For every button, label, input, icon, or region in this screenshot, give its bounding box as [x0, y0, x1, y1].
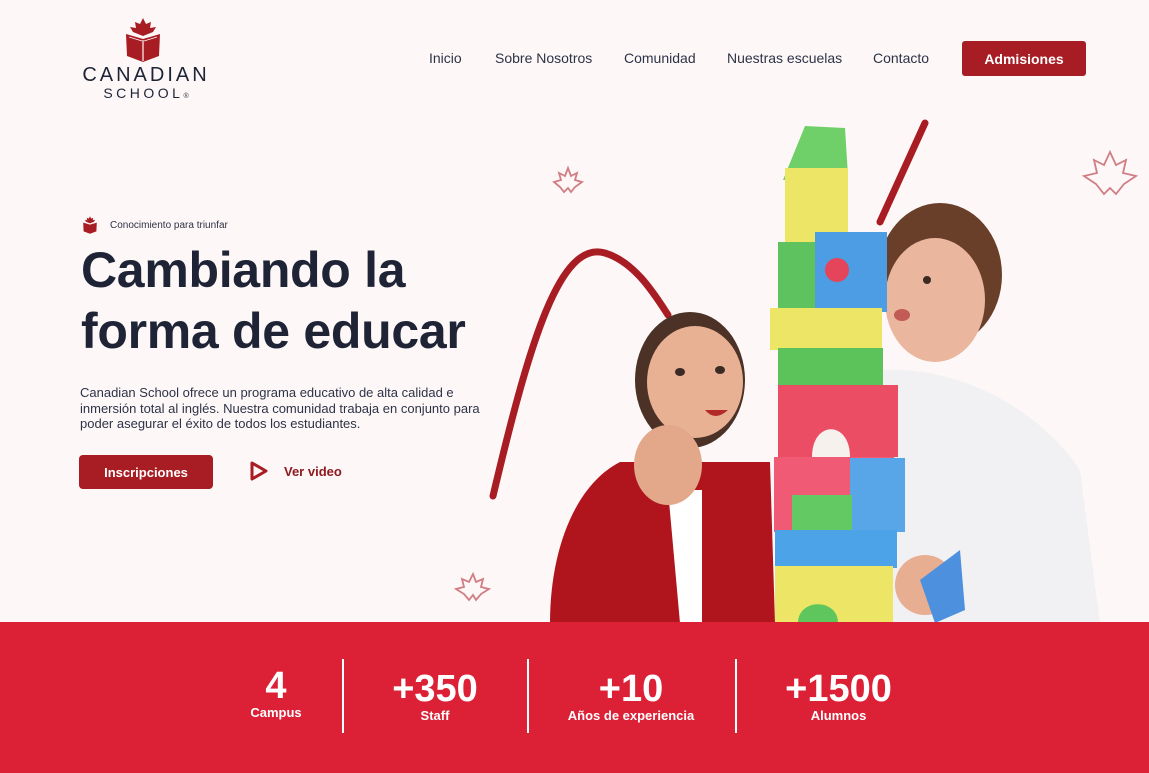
tagline-text: Conocimiento para triunfar: [110, 219, 228, 231]
stat-staff: +350 Staff: [370, 669, 500, 723]
maple-book-icon: [126, 18, 160, 62]
stat-divider: [342, 659, 344, 733]
stat-value: +350: [392, 668, 478, 710]
stat-label: Campus: [250, 705, 302, 720]
stat-label: Alumnos: [810, 708, 867, 723]
admisiones-button[interactable]: Admisiones: [962, 41, 1086, 76]
stat-value: +1500: [785, 668, 892, 710]
nav-item-comunidad[interactable]: Comunidad: [624, 50, 696, 66]
stat-alumnos: +1500 Alumnos: [766, 669, 911, 723]
boy-figure: [878, 203, 1100, 623]
hero-description: Canadian School ofrece un programa educa…: [80, 385, 480, 431]
logo-subwordmark: SCHOOL®: [103, 85, 189, 101]
stats-band: 4 Campus +350 Staff +10 Años de experien…: [0, 622, 1149, 773]
logo-wordmark: CANADIAN: [82, 64, 210, 86]
stat-label: Años de experiencia: [567, 708, 695, 723]
stat-label: Staff: [420, 708, 450, 723]
nav-item-sobre-nosotros[interactable]: Sobre Nosotros: [495, 50, 592, 66]
decorative-line: [876, 119, 929, 226]
stat-value: 4: [265, 665, 287, 707]
nav-item-inicio[interactable]: Inicio: [429, 50, 462, 66]
stat-divider: [527, 659, 529, 733]
play-icon: [250, 461, 268, 481]
stat-divider: [735, 659, 737, 733]
maple-leaf-icon: [552, 165, 585, 194]
hero-tagline: Conocimiento para triunfar: [82, 216, 228, 234]
stat-anios-experiencia: +10 Años de experiencia: [556, 669, 706, 723]
stat-campus: 4 Campus: [236, 666, 316, 720]
maple-leaf-icon: [1081, 149, 1139, 196]
nav-item-nuestras-escuelas[interactable]: Nuestras escuelas: [727, 50, 842, 66]
ver-video-link[interactable]: Ver video: [249, 461, 342, 481]
girl-figure: [550, 312, 775, 623]
maple-book-icon: [83, 216, 97, 234]
ver-video-label: Ver video: [284, 463, 342, 479]
inscripciones-button[interactable]: Inscripciones: [79, 455, 213, 489]
logo[interactable]: CANADIAN SCHOOL®: [76, 18, 216, 102]
stat-value: +10: [598, 668, 664, 710]
nav-item-contacto[interactable]: Contacto: [873, 50, 929, 66]
maple-leaf-icon: [453, 571, 492, 602]
hero-illustration: [453, 119, 1139, 623]
